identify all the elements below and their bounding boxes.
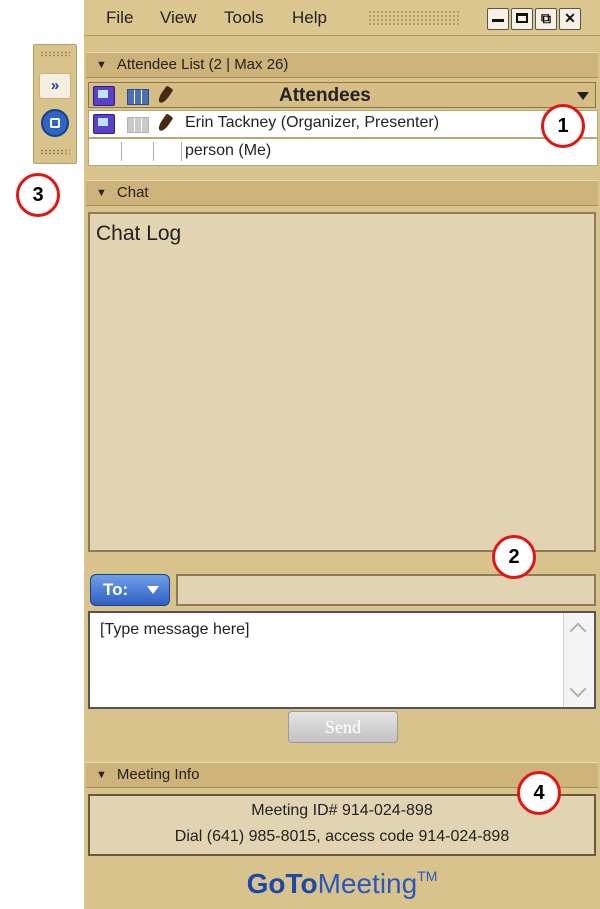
- drawing-pen-column-icon[interactable]: [156, 85, 174, 105]
- send-button[interactable]: Send: [288, 711, 398, 743]
- message-placeholder: [Type message here]: [100, 621, 250, 638]
- collapse-triangle-icon: ▼: [96, 768, 107, 781]
- close-icon: ✕: [564, 10, 576, 26]
- double-arrow-icon: »: [50, 77, 60, 94]
- chat-header[interactable]: ▼ Chat: [86, 180, 598, 206]
- maximize-icon: [516, 13, 528, 23]
- to-recipient-button[interactable]: To:: [90, 574, 170, 606]
- to-label: To:: [103, 580, 129, 599]
- scroll-up-icon[interactable]: [569, 622, 587, 640]
- meeting-id: Meeting ID# 914-024-898: [251, 802, 433, 819]
- presenter-screen-icon: [93, 114, 115, 134]
- screen-sharing-button[interactable]: [41, 109, 69, 137]
- menubar-grip[interactable]: [368, 10, 460, 26]
- menu-view[interactable]: View: [160, 8, 197, 28]
- logo-goto: GoTo: [246, 868, 318, 899]
- chat-title: Chat: [116, 184, 149, 201]
- callout-1: 1: [541, 104, 585, 148]
- collapse-triangle-icon: ▼: [96, 58, 107, 71]
- attendee-row[interactable]: person (Me): [88, 138, 598, 166]
- callout-3: 3: [16, 173, 60, 217]
- toolbar-grip-bottom[interactable]: [40, 149, 70, 155]
- side-toolbar: »: [33, 44, 77, 164]
- menu-tools[interactable]: Tools: [224, 8, 264, 28]
- attendee-name: person (Me): [185, 142, 272, 159]
- attendee-list-title: Attendee List (2 | Max 26): [116, 56, 289, 73]
- attendees-column-title[interactable]: Attendees: [279, 85, 371, 107]
- recipient-field[interactable]: [176, 574, 596, 606]
- keyboard-control-icon: [127, 117, 149, 133]
- screen-viewer-column-icon[interactable]: [93, 86, 115, 106]
- attendee-row[interactable]: Erin Tackney (Organizer, Presenter): [88, 110, 598, 138]
- minimize-button[interactable]: [487, 8, 509, 30]
- message-input[interactable]: [Type message here]: [88, 611, 596, 709]
- maximize-button[interactable]: [511, 8, 533, 30]
- minimize-icon: [492, 19, 504, 22]
- attendee-name: Erin Tackney (Organizer, Presenter): [185, 114, 440, 131]
- column-divider: [121, 142, 122, 161]
- show-panel-button[interactable]: »: [39, 73, 71, 99]
- collapse-triangle-icon: ▼: [96, 186, 107, 199]
- attendee-table-header: Attendees: [88, 82, 596, 108]
- callout-4: 4: [517, 771, 561, 815]
- column-divider: [153, 142, 154, 161]
- chevron-down-icon: [147, 586, 159, 594]
- pop-out-icon: ⧉: [541, 10, 551, 26]
- gotomeeting-logo: GoToMeetingTM: [84, 862, 600, 906]
- menu-bar: File View Tools Help ⧉ ✕: [84, 0, 600, 36]
- dial-in-info: Dial (641) 985-8015, access code 914-024…: [174, 828, 510, 845]
- callout-2: 2: [492, 535, 536, 579]
- chevron-down-icon[interactable]: [577, 92, 589, 100]
- message-scrollbar[interactable]: [563, 613, 594, 707]
- scroll-down-icon[interactable]: [569, 680, 587, 698]
- column-divider: [181, 142, 182, 161]
- control-panel: File View Tools Help ⧉ ✕ ▼ Attendee List …: [84, 0, 600, 909]
- chat-log[interactable]: Chat Log: [88, 212, 596, 552]
- meeting-info-title: Meeting Info: [116, 766, 200, 783]
- close-button[interactable]: ✕: [559, 8, 581, 30]
- toolbar-grip-top[interactable]: [40, 51, 70, 57]
- logo-meeting: Meeting: [317, 868, 418, 899]
- drawing-pen-icon: [156, 113, 174, 133]
- attendee-list-header[interactable]: ▼ Attendee List (2 | Max 26): [86, 52, 598, 78]
- logo-trademark: TM: [417, 868, 438, 884]
- pop-out-button[interactable]: ⧉: [535, 8, 557, 30]
- keyboard-mouse-column-icon[interactable]: [127, 89, 149, 105]
- menu-help[interactable]: Help: [292, 8, 327, 28]
- chat-log-label: Chat Log: [96, 222, 182, 245]
- menu-file[interactable]: File: [106, 8, 133, 28]
